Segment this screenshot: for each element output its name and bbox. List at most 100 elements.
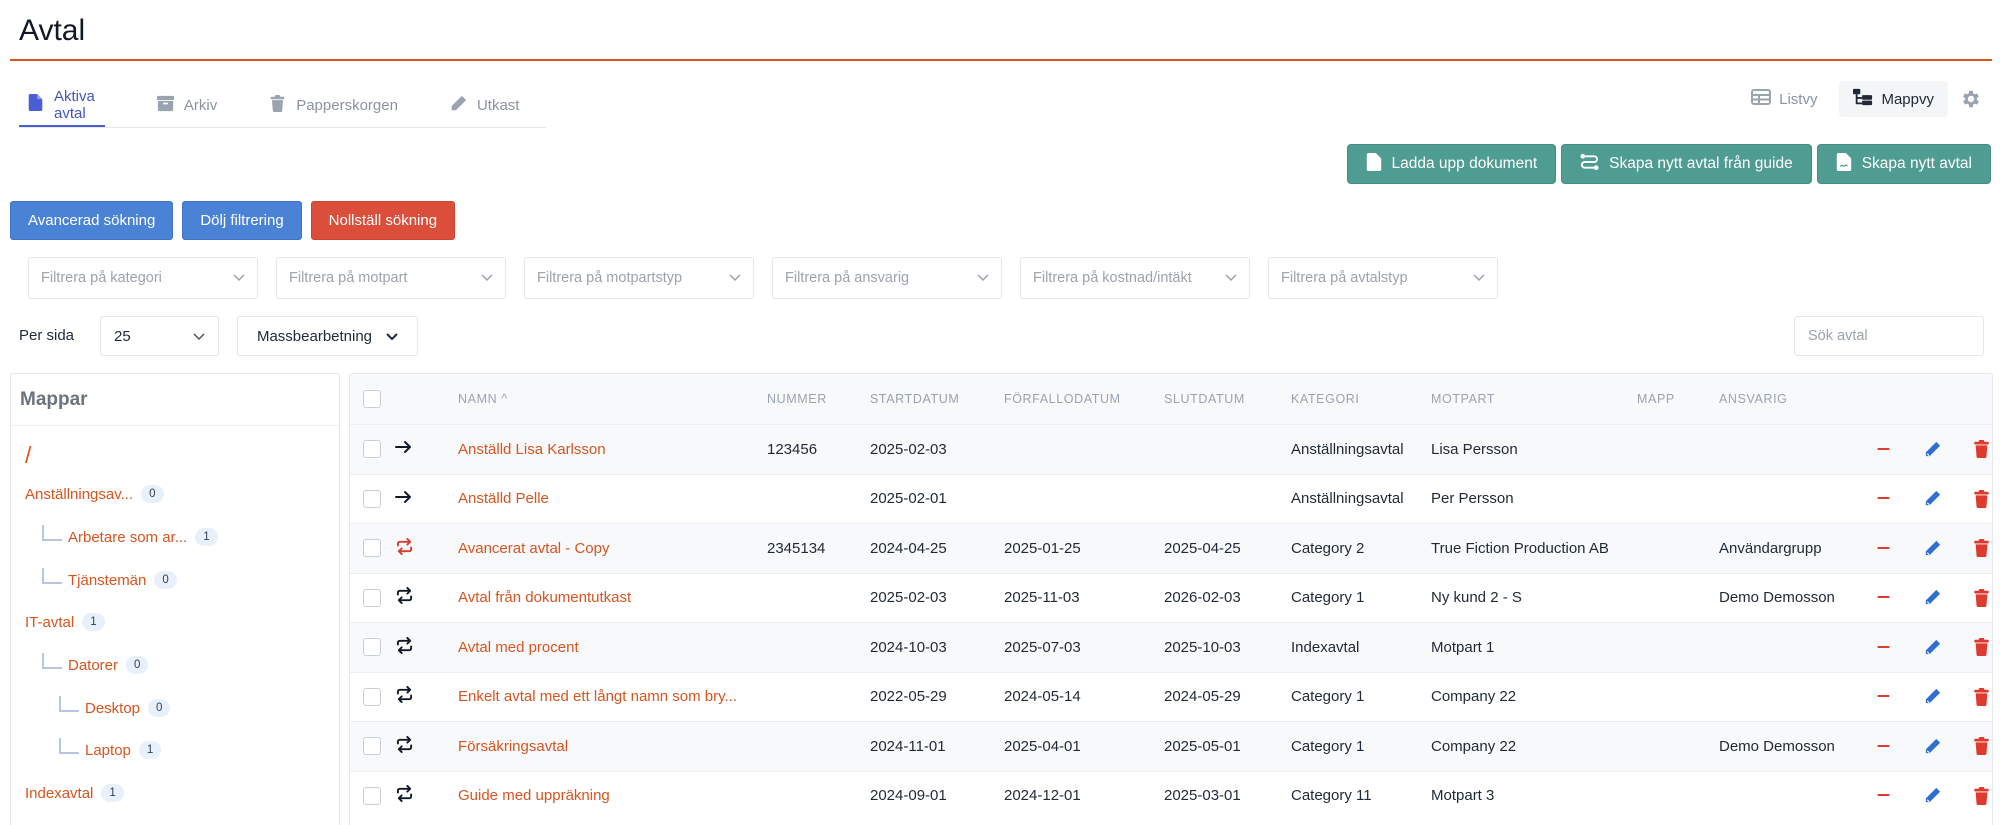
cell-kategori: Category 1: [1291, 688, 1365, 706]
reset-search-button[interactable]: Nollställ sökning: [310, 201, 456, 240]
delete-trash-icon[interactable]: [1957, 489, 1992, 508]
tree-connector: [59, 738, 79, 754]
filter-contract-type-select[interactable]: Filtrera på avtalstyp: [1268, 257, 1498, 299]
tab-arkiv[interactable]: Arkiv: [149, 84, 217, 127]
minus-icon[interactable]: [1859, 447, 1907, 451]
contract-name-link[interactable]: Försäkringsavtal: [458, 738, 767, 755]
contract-name-link[interactable]: Avtal med procent: [458, 639, 767, 656]
row-checkbox[interactable]: [363, 588, 381, 607]
edit-pencil-icon[interactable]: [1907, 539, 1957, 558]
search-input[interactable]: [1794, 316, 1984, 356]
bulk-edit-dropdown[interactable]: Massbearbetning: [237, 316, 418, 356]
tab-label: Papperskorgen: [296, 97, 398, 114]
edit-pencil-icon[interactable]: [1907, 786, 1957, 805]
tab-utkast[interactable]: Utkast: [442, 84, 519, 127]
title-divider: [10, 59, 1992, 61]
folder-item[interactable]: Tjänstemän 0: [42, 568, 177, 589]
folder-item[interactable]: Laptop 1: [59, 738, 162, 759]
minus-icon[interactable]: [1859, 596, 1907, 599]
delete-trash-icon[interactable]: [1957, 440, 1992, 459]
column-header-namn[interactable]: NAMN ^: [458, 392, 767, 406]
folder-panel: Mappar / Anställningsav... 0 Arbetare som…: [10, 373, 340, 825]
column-header-forfallodatum: FÖRFALLODATUM: [1004, 392, 1121, 406]
create-new-button[interactable]: Skapa nytt avtal: [1816, 144, 1991, 184]
delete-trash-icon[interactable]: [1957, 786, 1992, 805]
cell-slutdatum: 2026-02-03: [1164, 589, 1241, 607]
cell-motpart: Ny kund 2 - S: [1431, 589, 1522, 607]
cell-forfallodatum: 2025-01-25: [1004, 539, 1081, 557]
folder-item[interactable]: Datorer 0: [42, 653, 149, 674]
hide-filter-button[interactable]: Dölj filtrering: [182, 201, 302, 240]
contract-name-link[interactable]: Avancerat avtal - Copy: [458, 540, 767, 557]
folder-item[interactable]: Indexavtal 1: [25, 784, 124, 802]
contract-name-link[interactable]: Guide med uppräkning: [458, 787, 767, 804]
contract-name-link[interactable]: Enkelt avtal med ett långt namn som bry.…: [458, 688, 767, 705]
folder-view-button[interactable]: Mappvy: [1839, 81, 1948, 117]
minus-icon[interactable]: [1859, 497, 1907, 500]
filter-responsible-select[interactable]: Filtrera på ansvarig: [772, 257, 1002, 299]
edit-pencil-icon[interactable]: [1907, 687, 1957, 706]
filter-placeholder: Filtrera på motpart: [289, 270, 408, 286]
repeat-icon: [395, 537, 414, 559]
folder-item[interactable]: Arbetare som ar... 1: [42, 525, 218, 546]
edit-pencil-icon[interactable]: [1907, 737, 1957, 756]
minus-icon[interactable]: [1859, 645, 1907, 649]
folder-label: Indexavtal: [25, 784, 94, 802]
contract-name-link[interactable]: Anställd Pelle: [458, 490, 767, 507]
delete-trash-icon[interactable]: [1957, 539, 1992, 558]
cell-motpart: Company 22: [1431, 737, 1517, 755]
column-header-slutdatum: SLUTDATUM: [1164, 392, 1245, 406]
column-header-startdatum: STARTDATUM: [870, 392, 960, 406]
edit-pencil-icon[interactable]: [1907, 489, 1957, 508]
delete-trash-icon[interactable]: [1957, 687, 1992, 706]
cell-slutdatum: 2025-05-01: [1164, 737, 1241, 755]
row-checkbox[interactable]: [363, 786, 381, 805]
edit-pencil-icon[interactable]: [1907, 588, 1957, 607]
chevron-down-icon: [193, 328, 205, 345]
filter-category-select[interactable]: Filtrera på kategori: [28, 257, 258, 299]
row-checkbox[interactable]: [363, 539, 381, 558]
trash-icon: [269, 95, 286, 116]
select-all-checkbox[interactable]: [363, 390, 381, 408]
minus-icon[interactable]: [1859, 794, 1907, 797]
contract-name-link[interactable]: Avtal från dokumentutkast: [458, 589, 767, 606]
row-checkbox[interactable]: [363, 737, 381, 756]
delete-trash-icon[interactable]: [1957, 638, 1992, 657]
edit-pencil-icon[interactable]: [1907, 638, 1957, 657]
row-checkbox[interactable]: [363, 489, 381, 508]
delete-trash-icon[interactable]: [1957, 588, 1992, 607]
tab-papperskorgen[interactable]: Papperskorgen: [261, 84, 398, 127]
edit-pencil-icon[interactable]: [1907, 440, 1957, 459]
minus-icon[interactable]: [1859, 695, 1907, 698]
gear-icon[interactable]: [1960, 88, 1982, 110]
chevron-down-icon: [729, 270, 741, 286]
filter-counterparty-type-select[interactable]: Filtrera på motpartstyp: [524, 257, 754, 299]
list-view-button[interactable]: Listvy: [1737, 81, 1831, 117]
cell-slutdatum: 2025-03-01: [1164, 787, 1241, 805]
folder-item[interactable]: Anställningsav... 0: [25, 485, 164, 503]
filter-cost-income-select[interactable]: Filtrera på kostnad/intäkt: [1020, 257, 1250, 299]
folder-label: Laptop: [85, 741, 131, 759]
tab-aktiva-avtal[interactable]: Aktiva avtal: [19, 84, 105, 127]
folder-root[interactable]: /: [25, 442, 31, 469]
repeat-icon: [395, 686, 414, 707]
folder-item[interactable]: IT-avtal 1: [25, 613, 105, 631]
table-row: Avtal från dokumentutkast 2025-02-03 2025-…: [350, 572, 1992, 623]
advanced-search-button[interactable]: Avancerad sökning: [10, 201, 174, 240]
upload-document-button[interactable]: Ladda upp dokument: [1346, 144, 1557, 184]
table-row: Enkelt avtal med ett långt namn som bry.…: [350, 671, 1992, 722]
minus-icon[interactable]: [1859, 744, 1907, 748]
minus-icon[interactable]: [1859, 546, 1907, 550]
filter-counterparty-select[interactable]: Filtrera på motpart: [276, 257, 506, 299]
row-checkbox[interactable]: [363, 638, 381, 657]
row-checkbox[interactable]: [363, 440, 381, 459]
folder-label: Desktop: [85, 699, 141, 717]
create-from-guide-button[interactable]: Skapa nytt avtal från guide: [1561, 144, 1812, 184]
cell-motpart: Company 22: [1431, 688, 1517, 706]
cell-motpart: Per Persson: [1431, 490, 1514, 508]
per-page-select[interactable]: 25: [100, 316, 219, 356]
delete-trash-icon[interactable]: [1957, 737, 1992, 756]
folder-item[interactable]: Desktop 0: [59, 696, 171, 717]
row-checkbox[interactable]: [363, 687, 381, 706]
contract-name-link[interactable]: Anställd Lisa Karlsson: [458, 441, 767, 458]
